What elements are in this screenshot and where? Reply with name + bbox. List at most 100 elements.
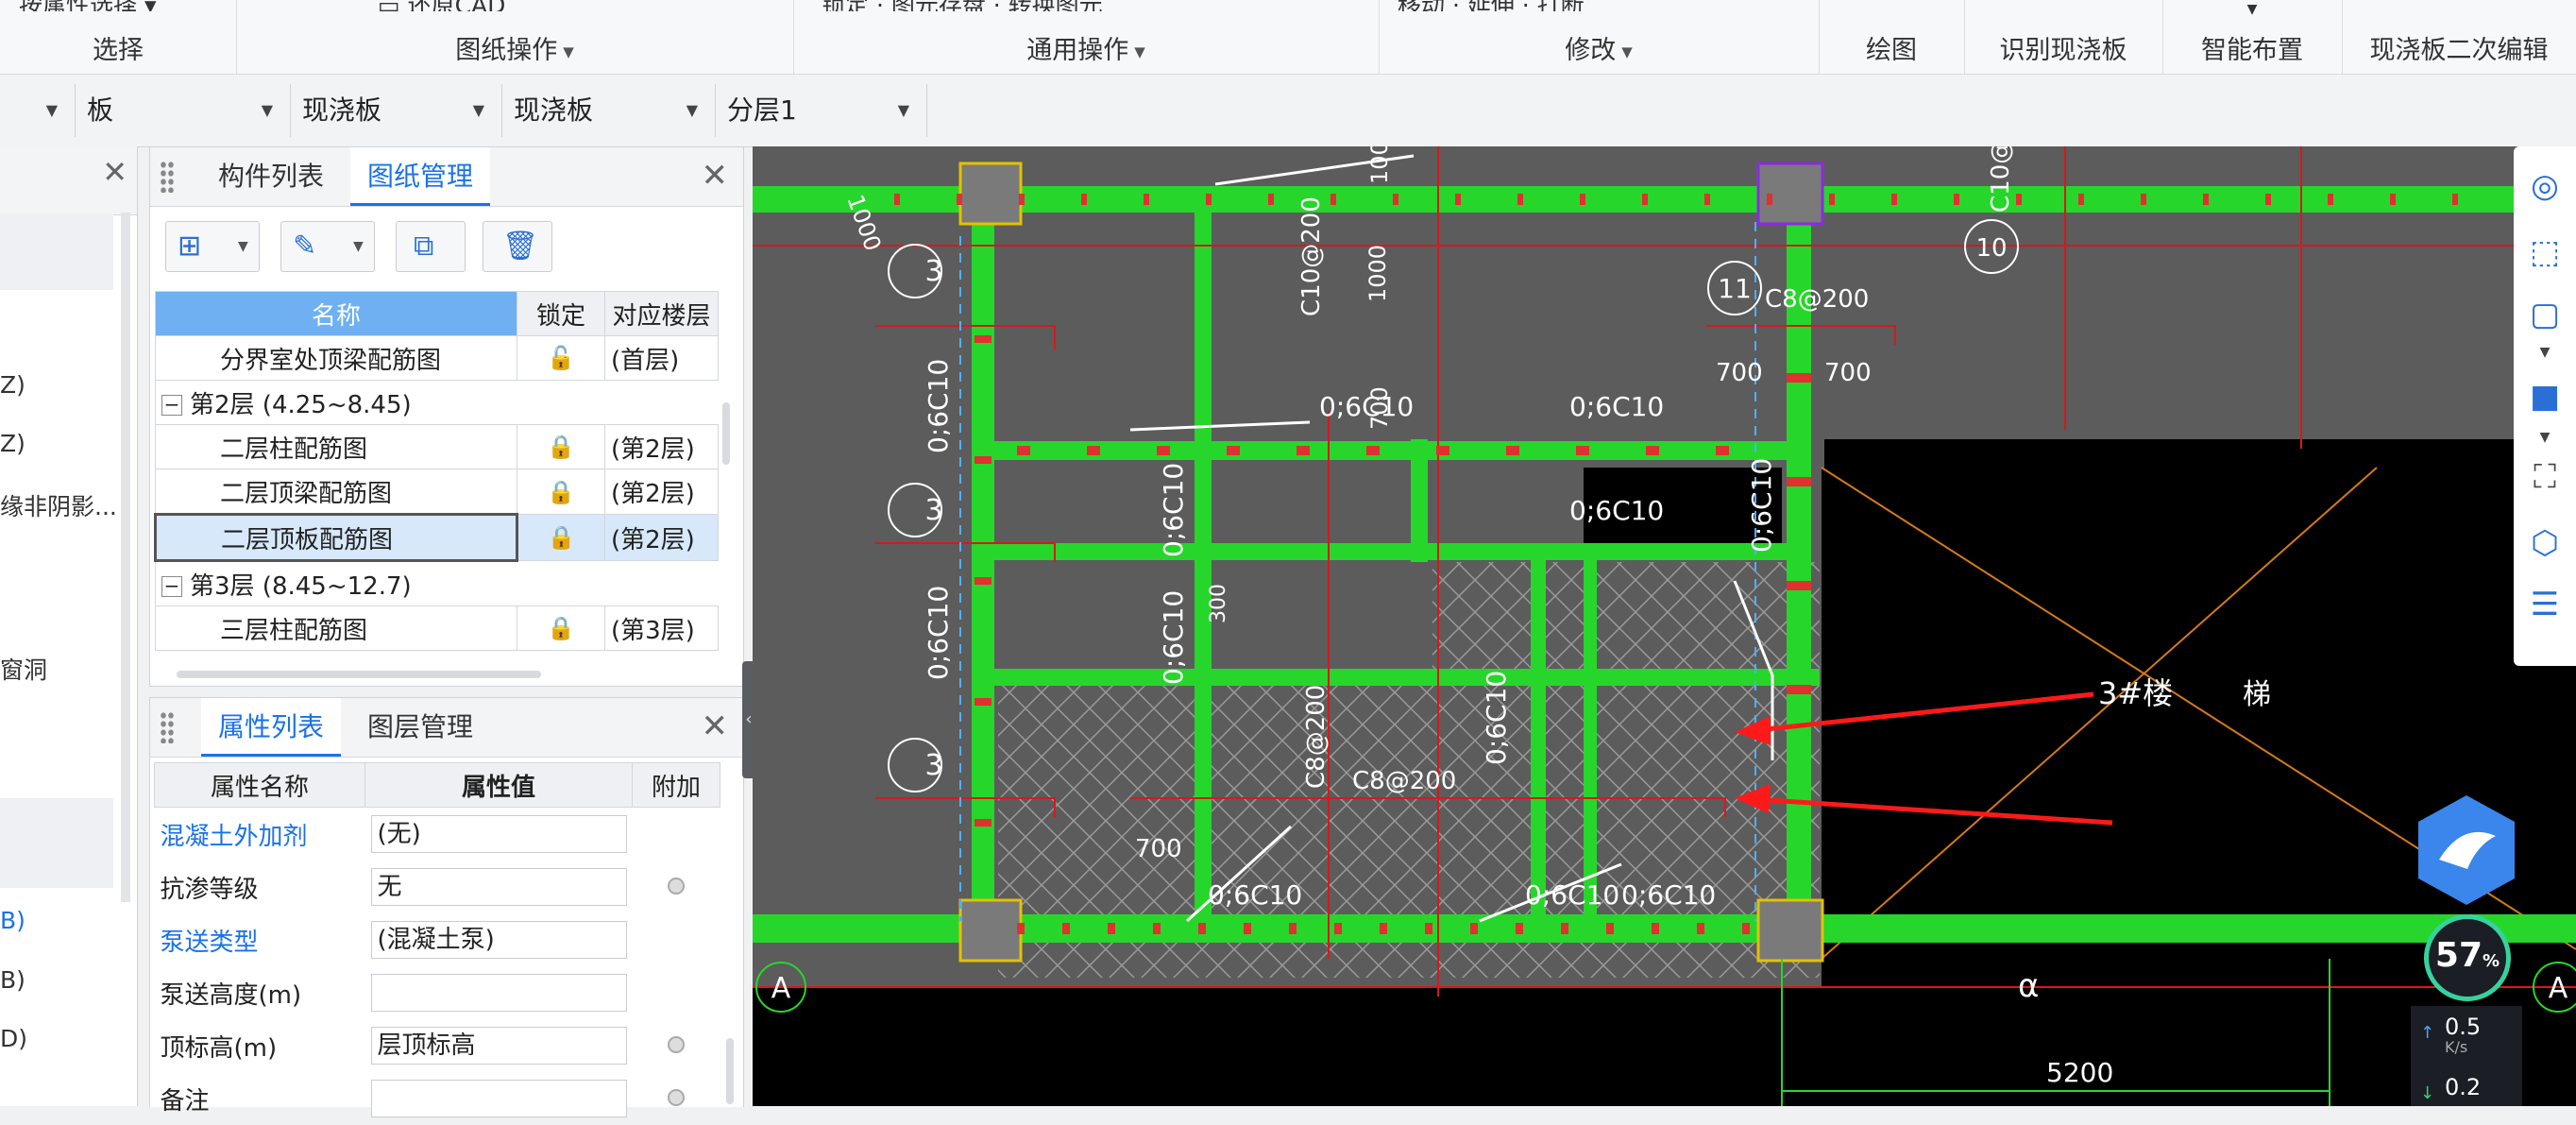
property-name: 顶标高(m) <box>160 1033 278 1063</box>
drag-handle-icon[interactable] <box>160 161 175 193</box>
collapse-icon[interactable]: − <box>161 576 182 597</box>
close-icon[interactable]: ✕ <box>702 707 729 745</box>
restore-cad-button[interactable]: ▭ 还原CAD <box>378 0 793 11</box>
table-row[interactable]: 二层顶梁配筋图 🔒 (第2层) <box>155 469 719 515</box>
layer-icon[interactable]: ⬡ <box>2521 524 2568 571</box>
property-value-field[interactable]: 无 <box>370 868 627 906</box>
scrollbar[interactable] <box>121 213 130 902</box>
chevron-down-icon: ▼ <box>238 239 248 254</box>
close-icon[interactable]: ✕ <box>102 154 127 190</box>
tree-item[interactable]: Z) <box>0 371 25 399</box>
collapse-icon[interactable]: − <box>161 395 182 416</box>
ribbon-label-general[interactable]: 通用操作 ▼ <box>793 29 1379 66</box>
ribbon: 按属性选择 ▾ 选择 ▭ 还原CAD 图纸操作 ▼ 锁定 · 图元存盘 · 转换图… <box>0 0 2576 75</box>
cpu-percent: 57% <box>2429 936 2506 975</box>
modify-tools[interactable]: 移动 · 延伸 · 打断 <box>1398 0 1819 11</box>
edit-drawing-button[interactable]: ✎ ▼ <box>280 221 375 272</box>
smart-dropdown[interactable]: ▼ <box>2162 2 2342 26</box>
beam <box>1531 543 1546 921</box>
row-name: 三层柱配筋图 <box>155 605 517 651</box>
property-value-field[interactable] <box>370 1080 627 1117</box>
tab-property-list[interactable]: 属性列表 <box>201 698 342 757</box>
tree-item[interactable]: 缘非阴影... <box>0 488 117 522</box>
fit-view-icon[interactable]: ⛶ <box>2521 458 2568 505</box>
table-group-row[interactable]: − 第3层 (8.45~12.7) <box>155 560 719 606</box>
unlock-icon[interactable]: 🔓 <box>517 335 605 381</box>
drag-handle-icon[interactable] <box>160 711 175 743</box>
tree-item[interactable]: D) <box>0 1025 27 1052</box>
tree-item[interactable]: B) <box>0 966 25 994</box>
ribbon-label-recognize[interactable]: 识别现浇板 <box>1964 29 2162 66</box>
solid-cube-icon[interactable]: ■ <box>2521 378 2568 425</box>
table-row[interactable]: 三层柱配筋图 🔒 (第3层) <box>155 605 719 651</box>
checkbox-dot-icon[interactable] <box>668 1089 685 1106</box>
tab-component-list[interactable]: 构件列表 <box>201 147 341 206</box>
column-header-floor[interactable]: 对应楼层 <box>604 291 719 336</box>
table-header-row: 名称 锁定 对应楼层 <box>155 291 719 336</box>
chevron-down-icon: ▼ <box>1134 43 1145 60</box>
ribbon-group-draw: 绘图 <box>1819 0 1965 74</box>
tree-selected-block[interactable] <box>0 214 113 290</box>
table-row[interactable]: 分界室处顶梁配筋图 🔓 (首层) <box>155 335 719 381</box>
general-tools[interactable]: 锁定 · 图元存盘 · 转换图元 <box>822 0 1379 11</box>
cad-canvas[interactable]: 3 3 3 11 10 A A 0;6C10 0;6C10 0;6C10 0;6… <box>753 146 2576 1106</box>
tree-selected-row[interactable] <box>0 798 113 888</box>
ribbon-label-edit[interactable]: 现浇板二次编辑 <box>2342 29 2576 66</box>
vertical-scrollbar[interactable] <box>726 1038 734 1104</box>
ribbon-group-select: 按属性选择 ▾ 选择 <box>0 0 237 74</box>
tab-drawing-management[interactable]: 图纸管理 <box>350 147 491 206</box>
property-name: 混凝土外加剂 <box>160 822 308 851</box>
close-icon[interactable]: ✕ <box>702 157 729 195</box>
modify-tools-label: 移动 · 延伸 · 打断 <box>1398 0 1585 11</box>
table-row[interactable]: 二层柱配筋图 🔒 (第2层) <box>155 424 719 469</box>
cube-icon[interactable]: ▢ <box>2521 296 2568 343</box>
lock-icon[interactable]: 🔒 <box>517 424 605 469</box>
lock-icon[interactable]: 🔒 <box>517 469 605 515</box>
vertical-scrollbar[interactable] <box>722 402 730 465</box>
type-selector-2[interactable]: 现浇板 ▼ <box>291 84 502 137</box>
property-value-field[interactable]: 层顶标高 <box>370 1027 627 1065</box>
split-drawing-button[interactable]: ⧉ <box>396 221 466 272</box>
ribbon-label-smart[interactable]: 智能布置 <box>2162 29 2342 66</box>
property-name: 抗渗等级 <box>160 875 259 904</box>
select-by-attribute-button[interactable]: 按属性选择 ▾ <box>19 0 236 11</box>
type-selector-3-label: 现浇板 <box>514 94 594 126</box>
list-view-icon[interactable]: ☰ <box>2521 586 2568 633</box>
ribbon-label-draw[interactable]: 绘图 <box>1819 29 1964 66</box>
lock-icon[interactable]: 🔒 <box>517 514 605 561</box>
tree-item[interactable]: 窗洞 <box>0 652 47 686</box>
3d-view-icon[interactable]: ⬚ <box>2521 233 2568 281</box>
lock-icon[interactable]: 🔒 <box>517 605 605 651</box>
performance-widget[interactable]: 57% ↑ 0.5 K/s ↓ 0.2 <box>2411 793 2522 1106</box>
horizontal-scrollbar[interactable] <box>177 671 541 678</box>
property-value-field[interactable] <box>370 974 627 1012</box>
property-name: 备注 <box>160 1086 210 1116</box>
column-header-name[interactable]: 名称 <box>155 291 517 336</box>
ribbon-label-drawing[interactable]: 图纸操作 ▼ <box>236 29 793 66</box>
table-group-row[interactable]: − 第2层 (4.25~8.45) <box>155 380 719 425</box>
cad-drawing[interactable]: 3 3 3 11 10 A A 0;6C10 0;6C10 0;6C10 0;6… <box>753 146 2576 1106</box>
delete-drawing-button[interactable]: 🗑 <box>483 221 552 272</box>
type-selector-4[interactable]: 分层1 ▼ <box>716 84 927 137</box>
dropdown-arrow-icon: ▼ <box>261 101 273 119</box>
property-value-field[interactable]: (无) <box>370 815 627 853</box>
type-selector-3[interactable]: 现浇板 ▼ <box>502 84 716 137</box>
checkbox-dot-icon[interactable] <box>668 1036 685 1053</box>
table-row-selected[interactable]: 二层顶板配筋图 🔒 (第2层) <box>154 513 719 562</box>
component-tree-panel: ✕ Z) Z) 缘非阴影... 窗洞 B) B) D) <box>0 146 138 1106</box>
type-selector-0[interactable]: ▼ <box>0 84 76 137</box>
ribbon-label-modify[interactable]: 修改 ▼ <box>1379 29 1819 66</box>
column-header-lock[interactable]: 锁定 <box>517 291 605 336</box>
tree-item[interactable]: Z) <box>0 430 25 457</box>
orbit-icon[interactable]: ◎ <box>2521 167 2568 214</box>
checkbox-dot-icon[interactable] <box>668 878 685 895</box>
add-drawing-button[interactable]: ⊞ ▼ <box>165 221 260 272</box>
axis-label: 3 <box>924 255 942 288</box>
tree-item[interactable]: B) <box>0 907 25 934</box>
type-selector-1[interactable]: 板 ▼ <box>76 84 291 137</box>
property-value-field[interactable]: (混凝土泵) <box>370 921 627 959</box>
stair-label: 梯 <box>2243 678 2271 711</box>
tab-layer-management[interactable]: 图层管理 <box>350 698 490 757</box>
selector-bar: ▼ 板 ▼ 现浇板 ▼ 现浇板 ▼ 分层1 ▼ <box>0 75 2576 147</box>
rebar-label: 0;6C10 <box>1621 879 1716 911</box>
